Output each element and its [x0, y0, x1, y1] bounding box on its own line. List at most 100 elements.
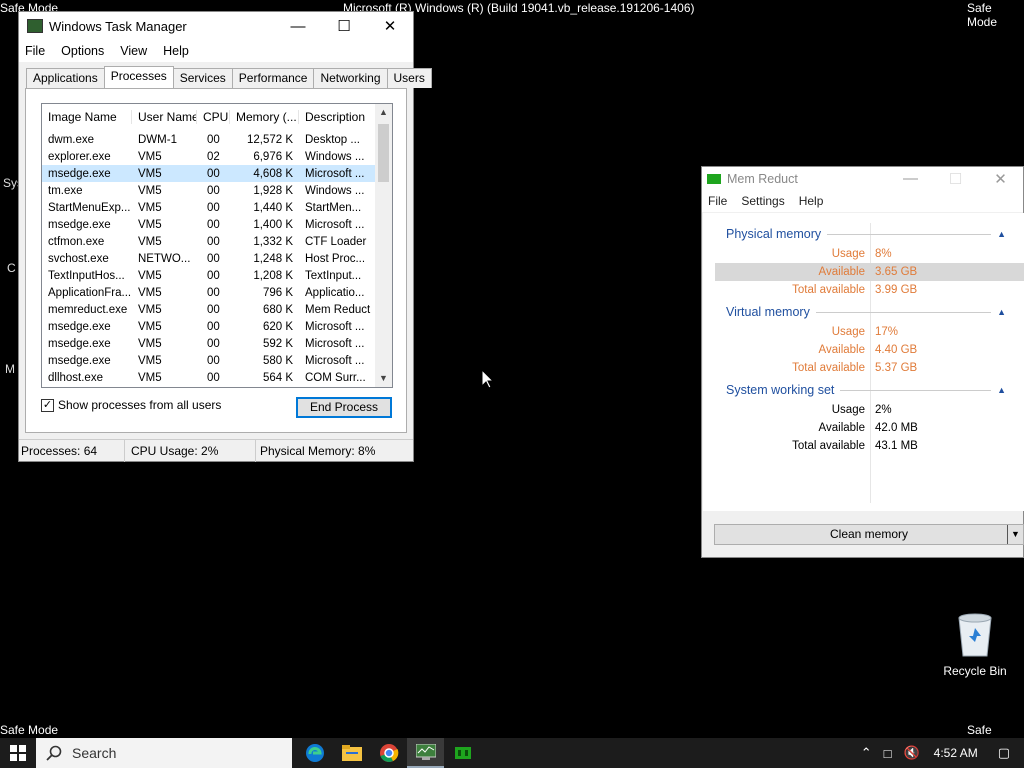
end-process-button[interactable]: End Process: [296, 397, 392, 418]
task-manager-titlebar[interactable]: Windows Task Manager — ☐ ✕: [19, 12, 413, 40]
tab-networking[interactable]: Networking: [313, 68, 388, 88]
volume-muted-icon[interactable]: 🔇: [903, 745, 919, 761]
table-row[interactable]: explorer.exe VM5 02 6,976 K Windows ...: [42, 148, 392, 165]
table-row[interactable]: msedge.exe VM5 00 620 K Microsoft ...: [42, 318, 392, 335]
table-cell: VM5: [138, 286, 162, 299]
menu-view[interactable]: View: [120, 44, 147, 58]
table-row[interactable]: ApplicationFra... VM5 00 796 K Applicatio...: [42, 284, 392, 301]
group-system-working-set[interactable]: System working set ▲: [726, 383, 1006, 397]
task-manager-taskbar-icon[interactable]: [407, 738, 444, 768]
table-cell: VM5: [138, 354, 162, 367]
process-list-scrollbar[interactable]: ▲ ▼: [375, 104, 392, 387]
table-row[interactable]: msedge.exe VM5 00 592 K Microsoft ...: [42, 335, 392, 352]
column-user-name[interactable]: User Name: [132, 110, 197, 124]
tab-processes[interactable]: Processes: [103, 66, 174, 88]
table-cell: VM5: [138, 150, 162, 163]
table-cell: ApplicationFra...: [48, 286, 132, 299]
table-cell: 00: [207, 269, 220, 282]
group-virtual-memory[interactable]: Virtual memory ▲: [726, 305, 1006, 319]
table-cell: dllhost.exe: [48, 371, 103, 384]
mem-reduct-taskbar-icon[interactable]: [444, 738, 481, 768]
stat-row: Usage 8%: [703, 245, 1024, 263]
table-row[interactable]: memreduct.exe VM5 00 680 K Mem Reduct: [42, 301, 392, 318]
table-cell: svchost.exe: [48, 252, 109, 265]
table-row[interactable]: StartMenuExp... VM5 00 1,440 K StartMen...: [42, 199, 392, 216]
action-center-icon[interactable]: ▢: [998, 745, 1010, 761]
clean-memory-button[interactable]: Clean memory ▼: [714, 524, 1024, 545]
taskbar-search-box[interactable]: Search: [36, 738, 292, 768]
chrome-icon[interactable]: [370, 738, 407, 768]
show-all-users-checkbox[interactable]: ✓ Show processes from all users: [41, 398, 221, 412]
edge-browser-icon[interactable]: [296, 738, 333, 768]
table-row[interactable]: svchost.exe NETWO... 00 1,248 K Host Proc...: [42, 250, 392, 267]
show-hidden-icons-chevron-icon[interactable]: ⌃: [861, 745, 872, 761]
stat-label: Available: [818, 344, 865, 356]
maximize-button[interactable]: ☐: [933, 167, 978, 190]
table-cell: VM5: [138, 269, 162, 282]
table-row[interactable]: ctfmon.exe VM5 00 1,332 K CTF Loader: [42, 233, 392, 250]
stat-label: Total available: [792, 284, 865, 296]
table-row[interactable]: dwm.exe DWM-1 00 12,572 K Desktop ...: [42, 131, 392, 148]
collapse-chevron-icon[interactable]: ▲: [997, 229, 1006, 239]
scroll-up-arrow-icon[interactable]: ▲: [375, 104, 392, 121]
table-cell: msedge.exe: [48, 320, 111, 333]
desktop-icon-label-fragment[interactable]: M: [5, 362, 15, 376]
table-cell: 1,440 K: [253, 201, 293, 214]
column-memory[interactable]: Memory (...: [230, 110, 299, 124]
menu-file[interactable]: File: [25, 44, 45, 58]
network-icon[interactable]: □: [884, 746, 892, 761]
dropdown-arrow-icon[interactable]: ▼: [1007, 525, 1023, 544]
menu-file[interactable]: File: [708, 194, 727, 208]
table-cell: ctfmon.exe: [48, 235, 105, 248]
table-cell: 564 K: [262, 371, 293, 384]
desktop-icon-label-fragment[interactable]: C: [7, 261, 16, 275]
table-cell: 1,332 K: [253, 235, 293, 248]
tab-performance[interactable]: Performance: [231, 68, 315, 88]
table-cell: Microsoft ...: [305, 218, 365, 231]
column-cpu[interactable]: CPU: [197, 110, 230, 124]
table-row[interactable]: msedge.exe VM5 00 4,608 K Microsoft ...: [42, 165, 392, 182]
table-row[interactable]: dllhost.exe VM5 00 564 K COM Surr...: [42, 369, 392, 386]
column-image-name[interactable]: Image Name: [42, 110, 132, 124]
table-row[interactable]: TextInputHos... VM5 00 1,208 K TextInput...: [42, 267, 392, 284]
group-physical-memory[interactable]: Physical memory ▲: [726, 227, 1006, 241]
recycle-bin-icon: [955, 612, 995, 658]
minimize-button[interactable]: —: [275, 12, 321, 40]
table-row[interactable]: msedge.exe VM5 00 1,400 K Microsoft ...: [42, 216, 392, 233]
start-button[interactable]: [0, 738, 36, 768]
table-cell: VM5: [138, 337, 162, 350]
table-cell: 00: [207, 235, 220, 248]
processes-panel: Image Name User Name CPU Memory (... Des…: [25, 88, 407, 433]
stat-row: Total available 5.37 GB: [703, 359, 1024, 377]
table-cell: Windows ...: [305, 184, 365, 197]
tab-users[interactable]: Users: [386, 68, 432, 88]
stat-label: Usage: [831, 326, 865, 338]
table-cell: 00: [207, 218, 220, 231]
process-list[interactable]: Image Name User Name CPU Memory (... Des…: [41, 103, 393, 388]
table-row[interactable]: msedge.exe VM5 00 580 K Microsoft ...: [42, 352, 392, 369]
minimize-button[interactable]: —: [888, 167, 933, 190]
maximize-button[interactable]: ☐: [321, 12, 367, 40]
table-cell: 00: [207, 184, 220, 197]
close-button[interactable]: ✕: [367, 12, 413, 40]
menu-options[interactable]: Options: [61, 44, 104, 58]
collapse-chevron-icon[interactable]: ▲: [997, 385, 1006, 395]
stat-row: Usage 17%: [703, 323, 1024, 341]
scroll-thumb[interactable]: [378, 124, 389, 182]
table-cell: DWM-1: [138, 133, 177, 146]
close-button[interactable]: ✕: [978, 167, 1023, 190]
column-description[interactable]: Description: [299, 110, 379, 124]
mem-reduct-titlebar[interactable]: Mem Reduct — ☐ ✕: [702, 167, 1023, 190]
scroll-down-arrow-icon[interactable]: ▼: [375, 370, 392, 387]
collapse-chevron-icon[interactable]: ▲: [997, 307, 1006, 317]
menu-settings[interactable]: Settings: [741, 194, 784, 208]
menu-help[interactable]: Help: [163, 44, 189, 58]
tab-applications[interactable]: Applications: [26, 68, 105, 88]
tab-services[interactable]: Services: [172, 68, 233, 88]
file-explorer-icon[interactable]: [333, 738, 370, 768]
table-row[interactable]: tm.exe VM5 00 1,928 K Windows ...: [42, 182, 392, 199]
recycle-bin[interactable]: Recycle Bin: [940, 612, 1010, 678]
menu-help[interactable]: Help: [799, 194, 824, 208]
table-cell: explorer.exe: [48, 150, 111, 163]
clock-time[interactable]: 4:52 AM: [934, 746, 978, 760]
